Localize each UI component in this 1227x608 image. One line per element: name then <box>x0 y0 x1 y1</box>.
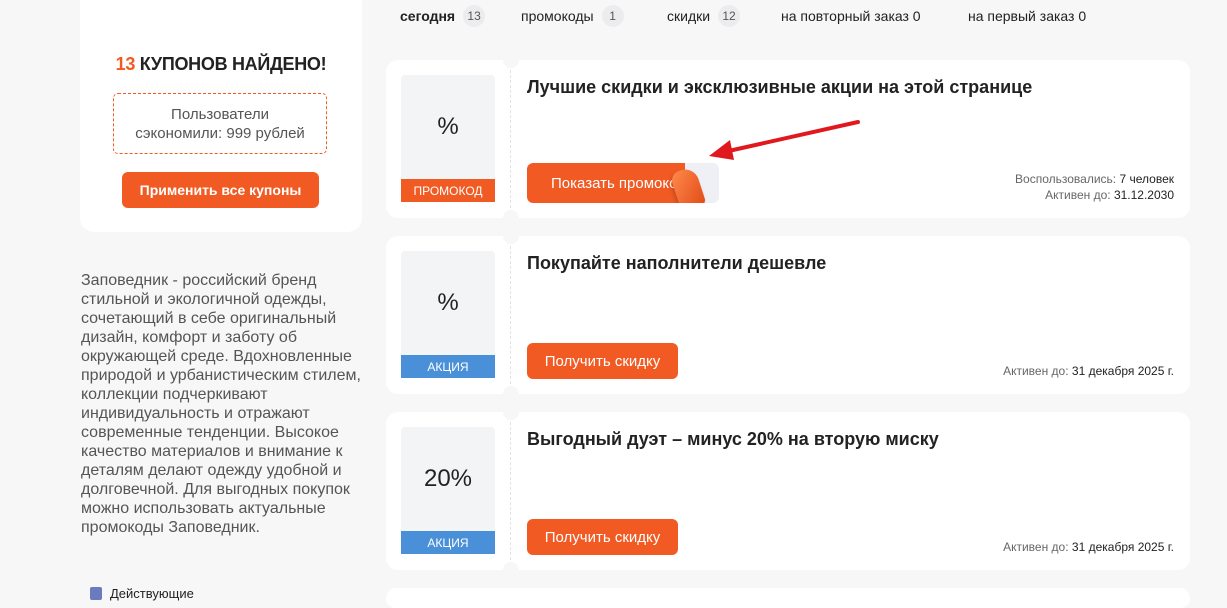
savings-box: Пользователи сэкономили: 999 рублей <box>113 93 327 154</box>
tab-today[interactable]: сегодня 13 <box>400 5 486 27</box>
coupon-meta: Активен до: 31 декабря 2025 г. <box>1003 539 1174 555</box>
active-until-value: 31 декабря 2025 г. <box>1071 540 1174 554</box>
coupon-type-label: АКЦИЯ <box>401 355 495 378</box>
active-until-value: 31.12.2030 <box>1113 188 1174 202</box>
tab-discounts-label: скидки <box>667 8 711 24</box>
show-promocode-control[interactable]: Показать промокод <box>527 163 719 203</box>
tab-promocodes[interactable]: промокоды 1 <box>521 5 624 27</box>
box-icon <box>90 587 102 600</box>
active-filter-link[interactable]: Действующие <box>90 586 194 601</box>
discount-box: % ПРОМОКОД <box>401 75 495 202</box>
coupon-card: 20% АКЦИЯ Выгодный дуэт – минус 20% на в… <box>386 412 1190 570</box>
discount-value: 20% <box>423 465 473 492</box>
coupon-meta: Активен до: 31 декабря 2025 г. <box>1003 363 1174 379</box>
tab-today-label: сегодня <box>400 8 456 24</box>
coupons-found-heading: 13 КУПОНОВ НАЙДЕНО! <box>80 54 362 75</box>
coupon-meta: Воспользовались: 7 человек Активен до: 3… <box>1015 171 1174 203</box>
coupon-card: % АКЦИЯ Покупайте наполнители дешевле По… <box>386 236 1190 394</box>
coupon-stub: % АКЦИЯ <box>386 236 511 394</box>
savings-line-2: сэкономили: 999 рублей <box>135 125 305 142</box>
discount-box: 20% АКЦИЯ <box>401 427 495 554</box>
tab-repeat-order-label: на повторный заказ 0 <box>781 8 921 24</box>
savings-line-1: Пользователи <box>171 106 269 123</box>
active-until-line: Активен до: 31 декабря 2025 г. <box>1003 363 1174 379</box>
tab-today-count: 13 <box>463 5 486 27</box>
tab-discounts-count: 12 <box>718 5 741 27</box>
get-discount-button[interactable]: Получить скидку <box>527 519 678 555</box>
store-description: Заповедник - российский бренд стильной и… <box>81 272 361 536</box>
ticket-notch-bottom <box>503 210 519 218</box>
discount-value: % <box>437 113 459 140</box>
coupon-title[interactable]: Покупайте наполнители дешевле <box>527 253 826 274</box>
active-until-label: Активен до: <box>1003 364 1069 378</box>
active-until-line: Активен до: 31 декабря 2025 г. <box>1003 539 1174 555</box>
ticket-notch-bottom <box>503 562 519 570</box>
active-until-label: Активен до: <box>1045 188 1111 202</box>
coupon-title[interactable]: Выгодный дуэт – минус 20% на вторую миск… <box>527 429 939 450</box>
get-discount-button[interactable]: Получить скидку <box>527 343 678 379</box>
coupons-summary-card: 13 КУПОНОВ НАЙДЕНО! Пользователи сэконом… <box>80 0 362 232</box>
apply-all-coupons-button[interactable]: Применить все купоны <box>122 172 319 208</box>
discount-value: % <box>437 289 459 316</box>
red-arrow-icon <box>709 120 860 160</box>
coupon-stub: % ПРОМОКОД <box>386 60 511 218</box>
used-by-line: Воспользовались: 7 человек <box>1015 171 1174 187</box>
active-until-label: Активен до: <box>1003 540 1069 554</box>
tab-first-order[interactable]: на первый заказ 0 <box>968 5 1086 27</box>
tab-discounts[interactable]: скидки 12 <box>667 5 741 27</box>
coupon-stub: 20% АКЦИЯ <box>386 412 511 570</box>
coupons-found-count: 13 <box>115 54 136 74</box>
tab-repeat-order[interactable]: на повторный заказ 0 <box>781 5 921 27</box>
coupon-type-label: ПРОМОКОД <box>401 179 495 202</box>
used-by-value: 7 человек <box>1119 172 1174 186</box>
tab-promocodes-label: промокоды <box>521 8 594 24</box>
active-filter-label: Действующие <box>110 586 194 601</box>
coupon-card-partial <box>386 588 1190 608</box>
ticket-notch-bottom <box>503 386 519 394</box>
used-by-label: Воспользовались: <box>1015 172 1117 186</box>
show-promocode-button[interactable]: Показать промокод <box>527 163 685 203</box>
coupon-title[interactable]: Лучшие скидки и эксклюзивные акции на эт… <box>527 77 1032 98</box>
active-until-line: Активен до: 31.12.2030 <box>1015 187 1174 203</box>
tab-first-order-label: на первый заказ 0 <box>968 8 1087 24</box>
coupons-found-text: КУПОНОВ НАЙДЕНО! <box>139 54 327 74</box>
active-until-value: 31 декабря 2025 г. <box>1071 364 1174 378</box>
coupon-type-label: АКЦИЯ <box>401 531 495 554</box>
tab-promocodes-count: 1 <box>601 5 624 27</box>
discount-box: % АКЦИЯ <box>401 251 495 378</box>
